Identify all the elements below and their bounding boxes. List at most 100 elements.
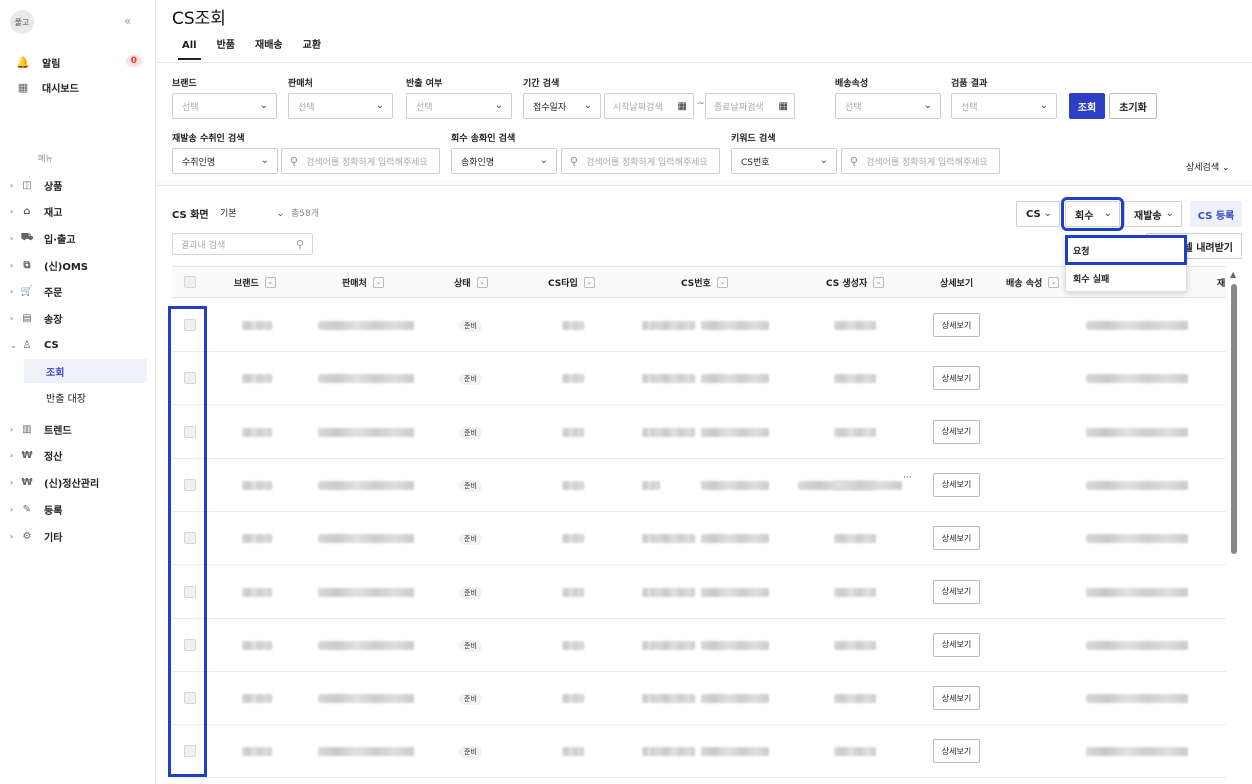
resend-type-select[interactable]: 수취인명 ⌄ xyxy=(172,148,278,174)
logo[interactable]: 풀고 xyxy=(10,10,34,34)
filter-icon[interactable]: ⌄ xyxy=(372,277,384,288)
select-all-checkbox[interactable] xyxy=(184,276,196,288)
nav-alerts[interactable]: 🔔 알림 0 xyxy=(16,52,146,72)
return-type-select[interactable]: 송화인명 ⌄ xyxy=(451,148,557,174)
nav-dashboard[interactable]: ▦ 대시보드 xyxy=(16,77,146,97)
keyword-type-select[interactable]: CS번호 ⌄ xyxy=(731,148,837,174)
table-row[interactable]: 준비 상세보기 xyxy=(172,299,1226,352)
column-cs-creator[interactable]: CS 생성자 ⌄ xyxy=(826,276,885,289)
scrollbar-thumb[interactable] xyxy=(1231,284,1237,554)
sidebar-item-cs[interactable]: ⌄ ♙ CS xyxy=(10,334,148,356)
table-row[interactable]: 준비 상세보기 xyxy=(172,619,1226,672)
result-search-input[interactable]: 결과내 검색 ⚲ xyxy=(172,233,313,255)
blurred-cell xyxy=(834,374,876,384)
tab-exchange[interactable]: 교환 xyxy=(293,40,331,60)
column-cs-number[interactable]: CS번호 ⌄ xyxy=(681,276,728,289)
search-icon: ⚲ xyxy=(290,154,299,168)
sidebar-item-orders[interactable]: › 🛒 주문 xyxy=(10,280,148,302)
end-date-input[interactable]: 종료날짜검색 ▦ xyxy=(705,93,795,119)
scroll-up-icon[interactable]: ▲ xyxy=(1230,270,1236,279)
return-filter-select[interactable]: 회수 ⌄ xyxy=(1061,197,1124,231)
sidebar-item-settlement-new[interactable]: › ₩ (신)정산관리 xyxy=(10,471,148,493)
table-scrollbar[interactable]: ▲ xyxy=(1230,270,1238,784)
sidebar-item-oms[interactable]: › ⧉ (신)OMS xyxy=(10,254,148,276)
table-row[interactable]: 준비 상세보기 xyxy=(172,352,1226,406)
detail-view-button[interactable]: 상세보기 xyxy=(933,632,980,657)
filter-icon[interactable]: ⌄ xyxy=(716,277,728,288)
filter-icon[interactable]: ⌄ xyxy=(873,277,885,288)
column-cs-type[interactable]: CS타입 ⌄ xyxy=(548,276,595,289)
status-badge: 준비 xyxy=(459,639,482,652)
sidebar-item-register[interactable]: › ✎ 등록 xyxy=(10,498,148,520)
sidebar-item-stock[interactable]: › ⌂ 재고 xyxy=(10,200,148,222)
filter-icon[interactable]: ⌄ xyxy=(264,277,276,288)
table-row[interactable]: 준비 상세보기 xyxy=(172,406,1226,459)
detail-view-button[interactable]: 상세보기 xyxy=(933,313,980,337)
view-select[interactable]: 기본 ⌄ xyxy=(220,206,284,219)
status-badge: 준비 xyxy=(459,586,482,599)
column-delivery-attr[interactable]: 배송 속성 ⌄ xyxy=(1006,276,1060,289)
table-row[interactable]: 준비 상세보기 xyxy=(172,566,1226,619)
chevron-right-icon: › xyxy=(10,424,14,434)
placeholder: 종료날짜검색 xyxy=(714,102,764,113)
reset-button[interactable]: 초기화 xyxy=(1109,93,1157,119)
start-date-input[interactable]: 시작날짜검색 ▦ xyxy=(604,93,694,119)
collapse-sidebar-icon[interactable]: « xyxy=(124,14,131,28)
return-search-input[interactable]: ⚲ 검색어를 정확하게 입력해주세요 xyxy=(561,148,720,174)
calendar-icon[interactable]: ▦ xyxy=(779,101,788,112)
table-row[interactable]: ··· 준비 상세보기 xyxy=(172,459,1226,512)
inspect-select[interactable]: 선택 ⌄ xyxy=(951,93,1057,119)
tab-resend[interactable]: 재배송 xyxy=(245,40,293,60)
resend-search-input[interactable]: ⚲ 검색어를 정확하게 입력해주세요 xyxy=(281,148,440,174)
table-row[interactable]: 준비 상세보기 xyxy=(172,672,1226,726)
dropdown-item-return-failed[interactable]: 회수 실패 xyxy=(1066,264,1186,292)
filter-icon[interactable]: ⌄ xyxy=(583,277,595,288)
sidebar-item-products[interactable]: › ◫ 상품 xyxy=(10,174,148,196)
sidebar-subitem-cs-search[interactable]: 조회 xyxy=(24,359,147,383)
nav-label: 알림 xyxy=(42,58,61,70)
seller-select[interactable]: 선택 ⌄ xyxy=(288,93,393,119)
keyword-search-input[interactable]: ⚲ 검색어를 정확하게 입력해주세요 xyxy=(841,148,1000,174)
sidebar-item-invoice[interactable]: › ▤ 송장 xyxy=(10,307,148,329)
resend-filter-select[interactable]: 재발송 ⌄ xyxy=(1124,201,1182,227)
blurred-cell xyxy=(242,374,272,384)
cs-register-button[interactable]: CS 등록 xyxy=(1190,201,1242,227)
blurred-cell xyxy=(642,747,660,757)
sidebar-subitem-export-ledger[interactable]: 반출 대장 xyxy=(24,385,147,409)
detail-search-toggle[interactable]: 상세검색 ⌄ xyxy=(1186,160,1230,173)
export-select[interactable]: 선택 ⌄ xyxy=(406,93,512,119)
search-icon: ⚲ xyxy=(295,237,304,251)
column-status[interactable]: 상태 ⌄ xyxy=(454,276,488,289)
detail-view-button[interactable]: 상세보기 xyxy=(933,419,980,444)
blurred-cell xyxy=(701,640,769,650)
brand-select[interactable]: 선택 ⌄ xyxy=(172,93,277,119)
dropdown-item-request[interactable]: 요청 xyxy=(1065,235,1187,265)
table-row[interactable]: 준비 상세보기 xyxy=(172,725,1226,779)
filter-icon[interactable]: ⌄ xyxy=(1048,277,1060,288)
cs-filter-select[interactable]: CS ⌄ xyxy=(1016,201,1060,227)
period-type-select[interactable]: 접수일자 ⌄ xyxy=(523,93,601,119)
detail-view-button[interactable]: 상세보기 xyxy=(933,472,980,497)
detail-view-button[interactable]: 상세보기 xyxy=(933,739,980,764)
table-row[interactable]: 준비 상세보기 xyxy=(172,512,1226,566)
menu-header: 메뉴 xyxy=(38,154,53,163)
detail-view-button[interactable]: 상세보기 xyxy=(933,579,980,604)
detail-view-button[interactable]: 상세보기 xyxy=(933,686,980,711)
sidebar-item-settlement[interactable]: › ₩ 정산 xyxy=(10,444,148,466)
tab-all[interactable]: All xyxy=(172,40,207,60)
search-button[interactable]: 조회 xyxy=(1069,93,1105,119)
sidebar-item-inout[interactable]: › ⛟ 입·출고 xyxy=(10,227,148,249)
detail-view-button[interactable]: 상세보기 xyxy=(933,366,980,391)
select-value: CS xyxy=(1026,208,1041,220)
filter-icon[interactable]: ⌄ xyxy=(476,277,488,288)
column-brand[interactable]: 브랜드 ⌄ xyxy=(234,276,276,289)
detail-view-button[interactable]: 상세보기 xyxy=(933,526,980,551)
calendar-icon[interactable]: ▦ xyxy=(678,101,687,112)
placeholder: 결과내 검색 xyxy=(181,240,226,251)
tab-return[interactable]: 반품 xyxy=(207,40,245,60)
sidebar-item-trend[interactable]: › ▥ 트렌드 xyxy=(10,418,148,440)
blurred-cell xyxy=(1086,587,1188,597)
column-seller[interactable]: 판매처 ⌄ xyxy=(342,276,384,289)
delivery-select[interactable]: 선택 ⌄ xyxy=(835,93,941,119)
sidebar-item-etc[interactable]: › ⚙ 기타 xyxy=(10,525,148,547)
